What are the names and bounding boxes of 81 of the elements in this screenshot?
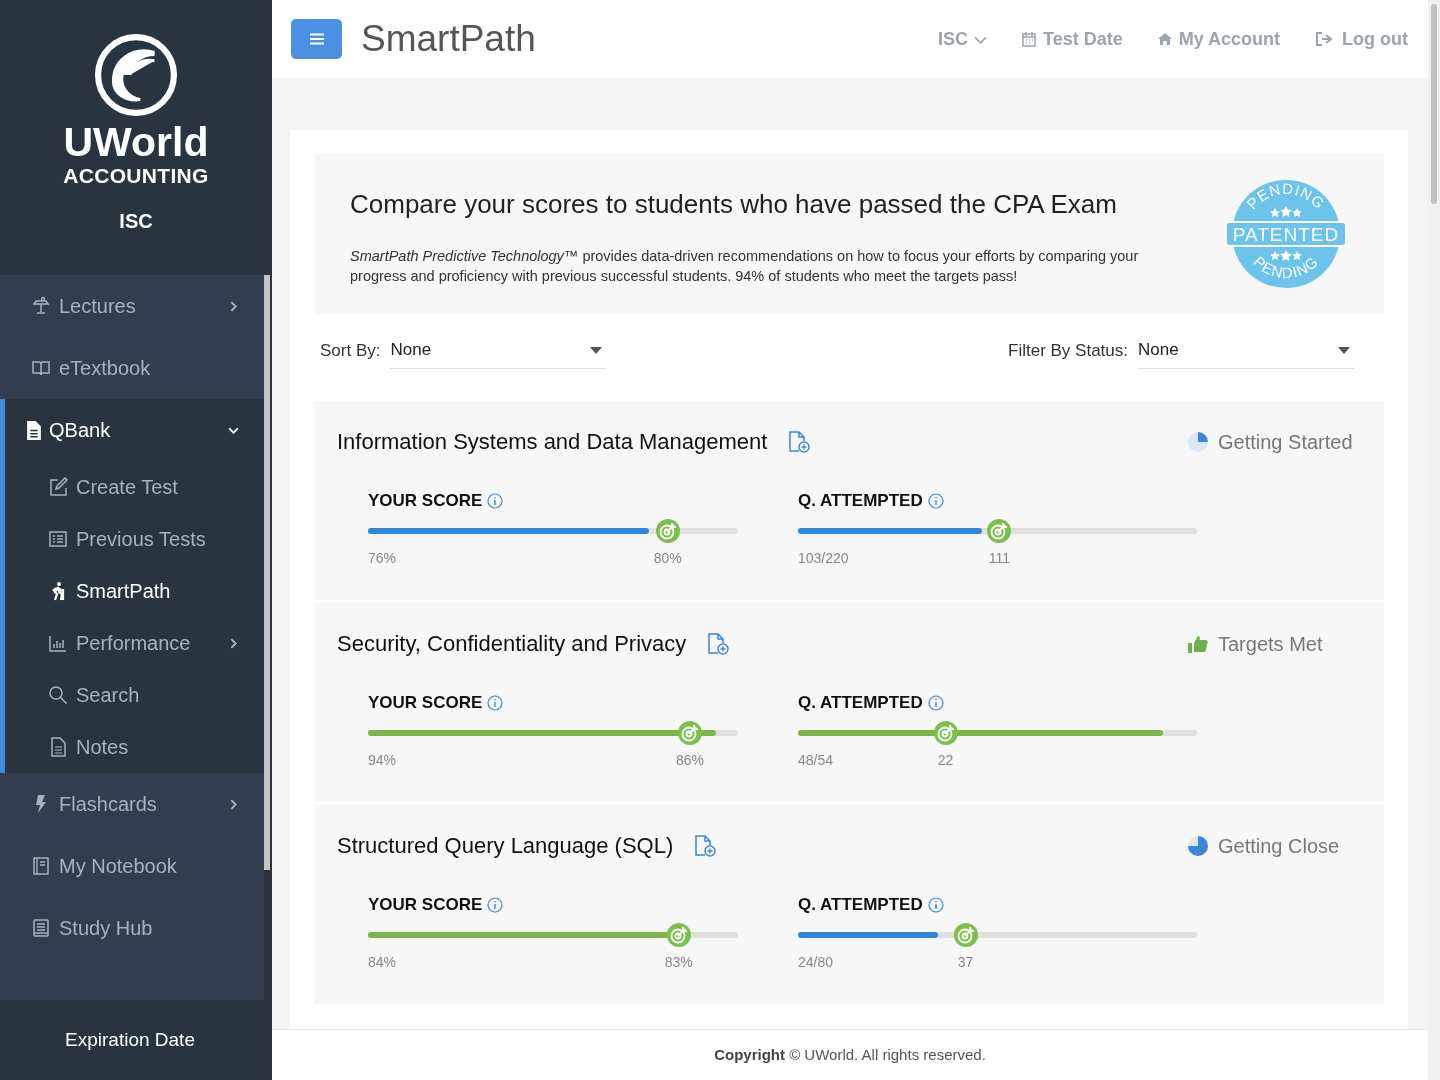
brand-subtitle: ACCOUNTING bbox=[63, 163, 209, 189]
pie-icon bbox=[1188, 836, 1208, 856]
logo-icon bbox=[95, 34, 177, 116]
target-value: 37 bbox=[957, 954, 974, 970]
document-icon bbox=[27, 420, 41, 440]
thumbs-up-icon bbox=[1188, 634, 1208, 654]
target-value: 22 bbox=[937, 752, 954, 768]
info-icon[interactable] bbox=[487, 695, 504, 711]
pie-icon bbox=[1188, 432, 1208, 452]
bar-chart-icon bbox=[48, 633, 68, 653]
metric-value: 76% bbox=[368, 550, 397, 566]
notebook-icon bbox=[31, 918, 51, 938]
sidebar-item[interactable]: Create Test bbox=[5, 461, 264, 513]
sidebar-item[interactable]: QBank bbox=[5, 399, 264, 461]
lectern-icon bbox=[31, 296, 51, 316]
menu-button[interactable] bbox=[291, 19, 342, 59]
seal-middle-text: PATENTED bbox=[1232, 224, 1340, 245]
target-value: 111 bbox=[988, 550, 1011, 566]
metric-value: 103/220 bbox=[798, 550, 849, 566]
sidebar-item[interactable]: SmartPath bbox=[5, 565, 264, 617]
brand-name: UWorld bbox=[63, 122, 209, 163]
file-add-icon[interactable] bbox=[787, 430, 812, 454]
banner-text: SmartPath Predictive Technology™ provides data-driven recommendations on how to focus your efforts by comparing your progress and proficiency with previous successful students. 94% of students who meet the targets pass! bbox=[350, 246, 1140, 286]
metric-label: YOUR SCORE bbox=[368, 491, 483, 511]
metric-value: 94% bbox=[368, 752, 397, 768]
status-label: Getting Started bbox=[1218, 430, 1353, 454]
page-title: SmartPath bbox=[361, 18, 537, 60]
sidebar-item[interactable]: Notes bbox=[5, 721, 264, 773]
scrollbar[interactable] bbox=[264, 275, 270, 870]
category-title: Security, Confidentiality and Privacy bbox=[337, 631, 687, 657]
info-icon[interactable] bbox=[487, 897, 504, 913]
banner-title: Compare your scores to students who have passed the CPA Exam bbox=[350, 188, 1118, 220]
book-icon bbox=[31, 358, 51, 378]
metric-label: YOUR SCORE bbox=[368, 895, 483, 915]
metric-label: Q. ATTEMPTED bbox=[798, 693, 923, 713]
metric-value: 84% bbox=[368, 954, 397, 970]
home-icon bbox=[1156, 31, 1173, 47]
sidebar-item[interactable]: Lectures bbox=[0, 275, 264, 337]
metric-label: YOUR SCORE bbox=[368, 693, 483, 713]
metric-value: 24/80 bbox=[798, 954, 834, 970]
target-value: 83% bbox=[664, 954, 693, 970]
search-icon bbox=[48, 685, 68, 705]
target-value: 86% bbox=[675, 752, 704, 768]
sidebar-item[interactable]: Performance bbox=[5, 617, 264, 669]
scrollbar-thumb[interactable] bbox=[1431, 4, 1437, 204]
list-icon bbox=[48, 529, 68, 549]
status-label: Getting Close bbox=[1218, 834, 1340, 858]
file-add-icon[interactable] bbox=[706, 632, 731, 656]
sidebar-item[interactable]: Flashcards bbox=[0, 773, 264, 835]
caret-icon bbox=[590, 346, 603, 354]
seal-bottom-text: PENDING bbox=[1250, 252, 1322, 282]
caret-icon bbox=[1338, 346, 1350, 354]
document-icon bbox=[48, 737, 68, 757]
sidebar-item[interactable]: eTextbook bbox=[0, 337, 264, 399]
metric-label: Q. ATTEMPTED bbox=[798, 895, 923, 915]
scrollbar[interactable] bbox=[1428, 0, 1440, 1080]
menu-icon bbox=[309, 33, 324, 45]
calendar-icon bbox=[1020, 31, 1037, 47]
category-title: Information Systems and Data Management bbox=[337, 429, 768, 455]
info-icon[interactable] bbox=[927, 897, 944, 913]
sidebar-item[interactable]: Search bbox=[5, 669, 264, 721]
sidebar-item[interactable]: Study Hub bbox=[0, 897, 264, 959]
category-title: Structured Query Language (SQL) bbox=[337, 833, 674, 859]
filter-label: Filter By Status: bbox=[1008, 341, 1128, 362]
metric-label: Q. ATTEMPTED bbox=[798, 491, 923, 511]
dropdown[interactable]: None bbox=[390, 340, 607, 369]
sidebar-item[interactable]: Previous Tests bbox=[5, 513, 264, 565]
info-icon[interactable] bbox=[487, 493, 504, 509]
copyright-text: Copyright © UWorld. All rights reserved. bbox=[714, 1045, 986, 1063]
edit-icon bbox=[48, 477, 68, 497]
target-value: 80% bbox=[653, 550, 682, 566]
status-label: Targets Met bbox=[1218, 632, 1323, 656]
metric-value: 48/54 bbox=[798, 752, 834, 768]
exam-label: ISC bbox=[119, 210, 153, 234]
filter-label: Sort By: bbox=[320, 341, 381, 362]
sidebar-item[interactable]: My Notebook bbox=[0, 835, 264, 897]
notebook-icon bbox=[31, 856, 51, 876]
info-icon[interactable] bbox=[927, 493, 944, 509]
dropdown[interactable]: None bbox=[1138, 340, 1354, 369]
file-add-icon[interactable] bbox=[693, 834, 718, 858]
info-icon[interactable] bbox=[927, 695, 944, 711]
